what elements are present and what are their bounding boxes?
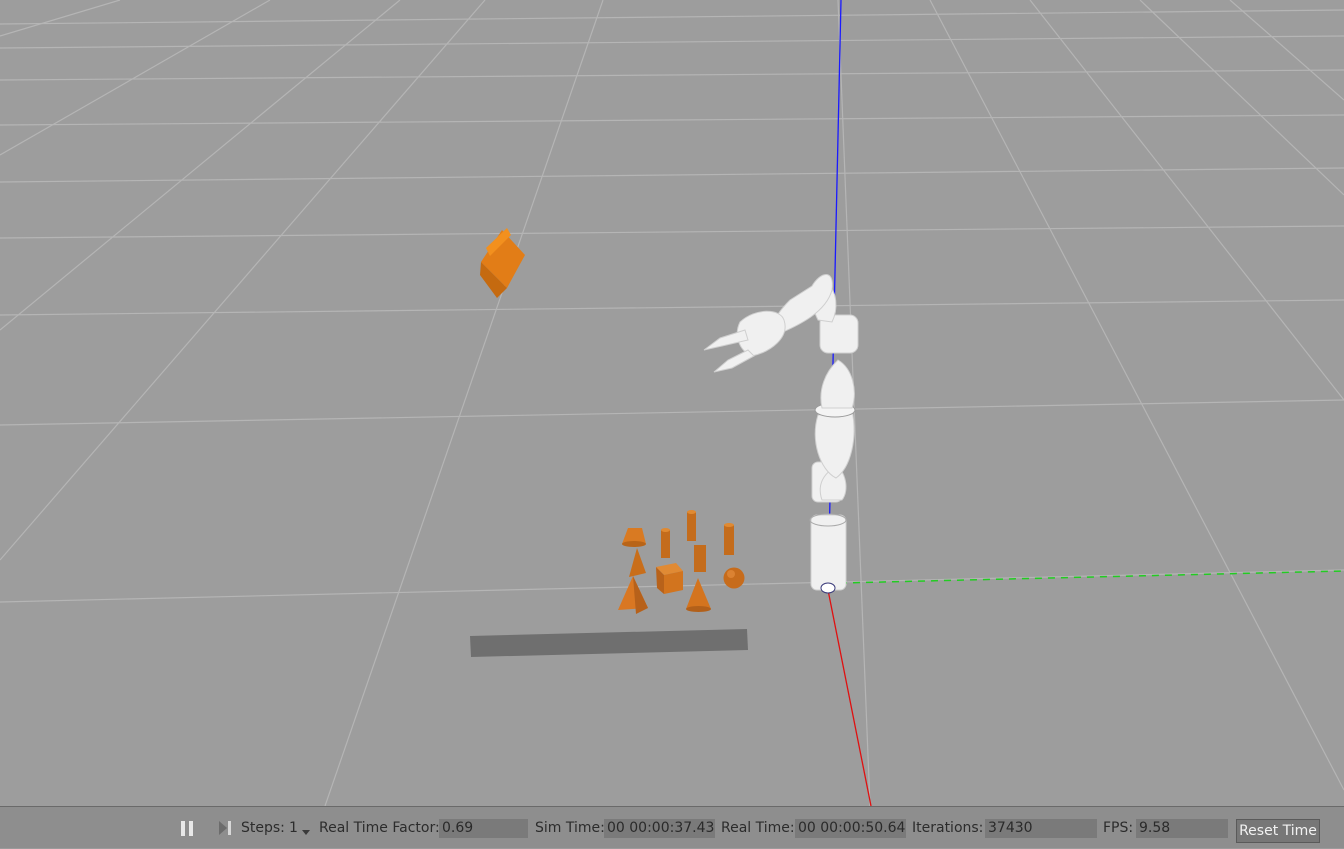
steps-label: Steps: xyxy=(241,820,285,836)
fps-value: 9.58 xyxy=(1136,818,1228,838)
simulation-toolbar: Steps: 1 Real Time Factor: 0.69 Sim Time… xyxy=(0,806,1344,848)
iterations-label: Iterations: xyxy=(912,820,984,836)
fps-label: FPS: xyxy=(1103,820,1134,836)
x-axis xyxy=(827,589,872,806)
floating-block xyxy=(480,228,525,298)
ground-grid xyxy=(0,0,1344,806)
sim-time-label: Sim Time: xyxy=(535,820,605,836)
steps-spinbox[interactable]: 1 xyxy=(289,807,311,849)
table-bar xyxy=(470,629,748,657)
real-time-value: 00 00:00:50.647 xyxy=(795,818,906,838)
real-time-label: Real Time: xyxy=(721,820,795,836)
real-time-factor-label: Real Time Factor: xyxy=(319,820,440,836)
scene xyxy=(0,0,1344,806)
pause-icon xyxy=(179,820,195,836)
reset-time-button[interactable]: Reset Time xyxy=(1236,819,1320,843)
sim-time-value: 00 00:00:37.430 xyxy=(604,818,715,838)
caret-down-icon xyxy=(301,830,310,835)
pause-button[interactable] xyxy=(176,807,198,849)
y-axis xyxy=(839,570,1344,584)
real-time-factor-value: 0.69 xyxy=(439,818,528,838)
step-forward-icon xyxy=(219,821,231,835)
steps-value: 1 xyxy=(289,820,298,836)
iterations-value: 37430 xyxy=(985,818,1097,838)
object-cluster xyxy=(618,510,745,614)
step-button[interactable] xyxy=(214,807,236,849)
3d-viewport[interactable] xyxy=(0,0,1344,806)
